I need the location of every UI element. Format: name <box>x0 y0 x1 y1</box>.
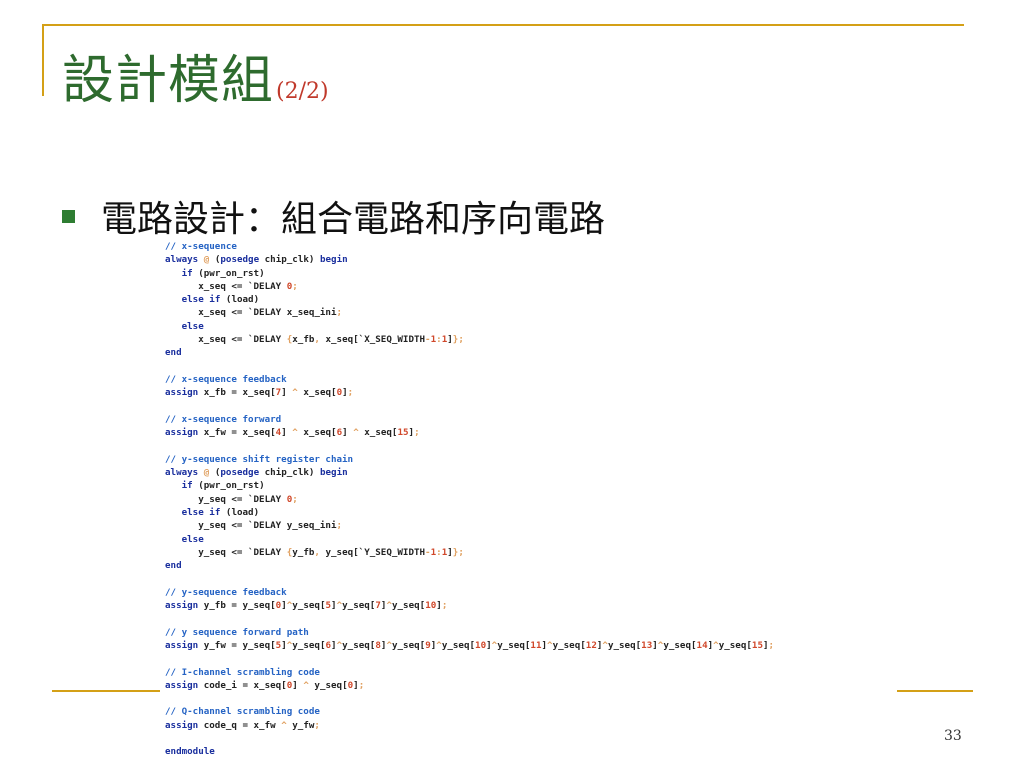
code-line: assign x_fw = x_seq[4] ^ x_seq[6] ^ x_se… <box>165 427 420 439</box>
code-line: assign code_i = x_seq[0] ^ y_seq[0]; <box>165 679 365 691</box>
bullet-text: 電路設計：組合電路和序向電路 <box>101 199 606 240</box>
code-line: else <box>181 533 204 545</box>
code-line: x_seq <= `DELAY 0; <box>165 280 298 292</box>
code-line: // y sequence forward path <box>165 626 309 638</box>
code-line: // I-channel scrambling code <box>165 666 320 678</box>
code-line: if (pwr_on_rst) <box>181 480 265 492</box>
code-line: always @ (posedge chip_clk) begin <box>165 467 348 479</box>
code-line: y_seq <= `DELAY y_seq_ini; <box>165 520 343 532</box>
slide-title-suffix: (2/2) <box>276 79 329 104</box>
code-line: x_seq <= `DELAY {x_fb, x_seq[`X_SEQ_WIDT… <box>165 334 464 346</box>
footer-rule-left <box>52 690 160 692</box>
page-number: 33 <box>944 728 962 744</box>
code-line: assign y_fw = y_seq[5]^y_seq[6]^y_seq[8]… <box>165 639 775 651</box>
code-line: // Q-channel scrambling code <box>165 706 320 718</box>
code-line: else if (load) <box>181 506 260 518</box>
verilog-code-listing: // x-sequence always @ (posedge chip_clk)… <box>165 240 774 759</box>
code-line: assign y_fb = y_seq[0]^y_seq[5]^y_seq[7]… <box>165 600 448 612</box>
footer-rule-right <box>897 690 973 692</box>
code-line: else <box>181 320 204 332</box>
code-line: assign code_q = x_fw ^ y_fw; <box>165 719 320 731</box>
code-line: // x-sequence feedback <box>165 373 287 385</box>
square-bullet-icon <box>62 209 75 223</box>
code-line: // y-sequence shift register chain <box>165 453 354 465</box>
code-line: y_seq <= `DELAY {y_fb, y_seq[`Y_SEQ_WIDT… <box>165 546 464 558</box>
code-line: // x-sequence <box>165 241 237 252</box>
code-line: x_seq <= `DELAY x_seq_ini; <box>165 307 343 319</box>
code-line: y_seq <= `DELAY 0; <box>165 493 298 505</box>
code-line: if (pwr_on_rst) <box>181 267 265 279</box>
slide-title-text: 設計模組 <box>62 51 275 111</box>
code-line: else if (load) <box>181 294 260 306</box>
code-line: assign x_fb = x_seq[7] ^ x_seq[0]; <box>165 387 354 399</box>
code-line: end <box>165 347 182 359</box>
code-line: end <box>165 560 182 572</box>
code-line: // y-sequence feedback <box>165 586 287 598</box>
title-frame-top-rule <box>42 24 964 26</box>
title-frame-left-rule <box>42 24 44 96</box>
code-line: // x-sequence forward <box>165 413 282 425</box>
slide-title: 設計模組(2/2) <box>62 38 329 113</box>
code-line: always @ (posedge chip_clk) begin <box>165 254 348 266</box>
bullet-item: 電路設計：組合電路和序向電路 <box>62 190 605 242</box>
code-line: endmodule <box>165 746 215 758</box>
